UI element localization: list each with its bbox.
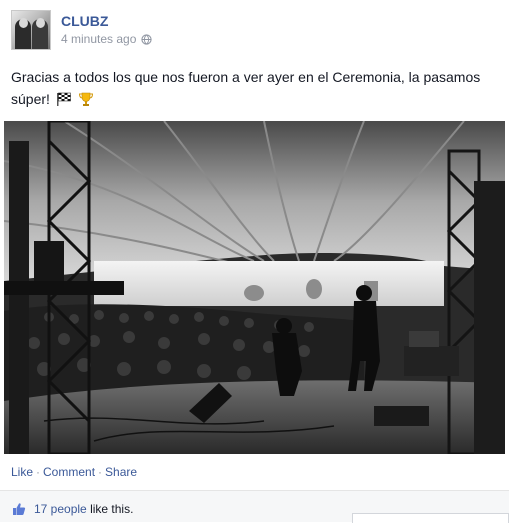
globe-icon[interactable]	[141, 33, 153, 45]
avatar-face-right	[36, 18, 45, 28]
comment-link[interactable]: Comment	[43, 465, 95, 479]
likes-suffix: like this.	[90, 502, 134, 516]
timestamp-row: 4 minutes ago	[61, 32, 153, 46]
thumbs-up-icon	[13, 503, 26, 515]
page-avatar[interactable]	[11, 10, 51, 50]
action-separator: ·	[36, 465, 41, 479]
trophy-icon	[78, 92, 93, 106]
concert-stage-photo	[4, 121, 505, 454]
post-actions: Like · Comment · Share	[11, 465, 137, 479]
avatar-face-left	[19, 18, 28, 28]
action-separator: ·	[98, 465, 103, 479]
post-photo[interactable]	[4, 121, 505, 454]
checkered-flag-icon	[56, 92, 71, 106]
post-timestamp[interactable]: 4 minutes ago	[61, 32, 136, 46]
likes-text: 17 people like this.	[34, 502, 133, 516]
share-link[interactable]: Share	[105, 465, 137, 479]
like-link[interactable]: Like	[11, 465, 33, 479]
comment-input[interactable]	[352, 513, 509, 523]
post-message: Gracias a todos los que nos fueron a ver…	[11, 66, 491, 110]
post-header: CLUBZ 4 minutes ago	[11, 10, 491, 50]
likes-count-link[interactable]: 17 people	[34, 502, 87, 516]
page-name-link[interactable]: CLUBZ	[61, 13, 108, 29]
